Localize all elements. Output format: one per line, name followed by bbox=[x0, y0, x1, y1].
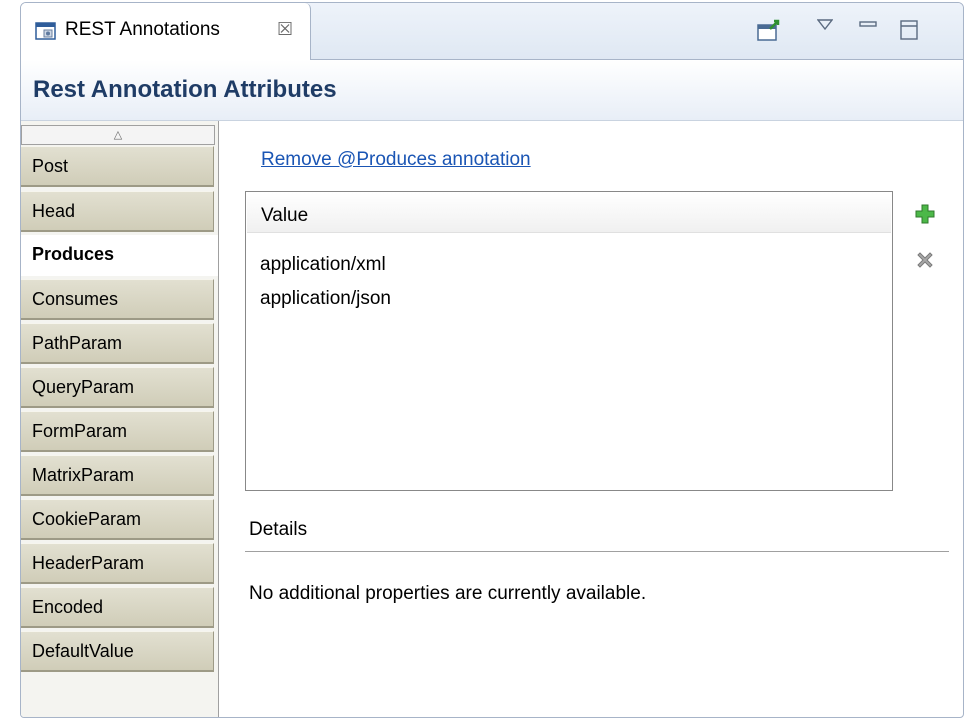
view-menu-icon[interactable] bbox=[817, 19, 833, 31]
section-tab-cookieparam[interactable]: CookieParam bbox=[21, 499, 214, 540]
chevron-up-icon: △ bbox=[113, 128, 123, 141]
close-icon[interactable]: ☒ bbox=[277, 20, 295, 40]
remove-produces-link[interactable]: Remove @Produces annotation bbox=[261, 149, 531, 171]
remove-value-icon[interactable] bbox=[914, 249, 936, 271]
table-row[interactable]: application/json bbox=[260, 288, 391, 310]
view-tab[interactable]: REST Annotations ☒ bbox=[21, 3, 311, 60]
section-tab-post[interactable]: Post bbox=[21, 146, 214, 187]
section-tab-formparam[interactable]: FormParam bbox=[21, 411, 214, 452]
scroll-up-button[interactable]: △ bbox=[21, 125, 215, 145]
section-tab-queryparam[interactable]: QueryParam bbox=[21, 367, 214, 408]
table-column-header-value[interactable]: Value bbox=[247, 193, 891, 233]
produces-values-table[interactable]: Value application/xml application/json bbox=[245, 191, 893, 491]
page-title: Rest Annotation Attributes bbox=[33, 76, 337, 103]
details-separator bbox=[245, 551, 949, 552]
section-tab-encoded[interactable]: Encoded bbox=[21, 587, 214, 628]
maximize-icon[interactable] bbox=[899, 19, 919, 41]
rest-view-icon bbox=[35, 22, 56, 40]
open-editor-icon[interactable] bbox=[756, 17, 782, 43]
rest-annotations-view: REST Annotations ☒ Rest Annotation Attri… bbox=[20, 2, 964, 718]
section-tab-pathparam[interactable]: PathParam bbox=[21, 323, 214, 364]
section-tab-head[interactable]: Head bbox=[21, 191, 214, 232]
view-tab-title: REST Annotations bbox=[65, 19, 220, 40]
section-tab-consumes[interactable]: Consumes bbox=[21, 279, 214, 320]
form-header: Rest Annotation Attributes bbox=[21, 60, 963, 121]
minimize-icon[interactable] bbox=[859, 19, 877, 29]
details-message: No additional properties are currently a… bbox=[249, 583, 647, 604]
annotation-section-tabs: △ Post Head Produces Consumes PathParam … bbox=[21, 121, 219, 717]
section-tab-defaultvalue[interactable]: DefaultValue bbox=[21, 631, 214, 672]
details-section-title: Details bbox=[249, 519, 308, 540]
add-value-icon[interactable] bbox=[914, 203, 936, 225]
section-tab-produces[interactable]: Produces bbox=[21, 235, 218, 276]
section-tab-matrixparam[interactable]: MatrixParam bbox=[21, 455, 214, 496]
section-tab-headerparam[interactable]: HeaderParam bbox=[21, 543, 214, 584]
view-tab-bar: REST Annotations ☒ bbox=[21, 3, 963, 60]
table-row[interactable]: application/xml bbox=[260, 254, 386, 276]
